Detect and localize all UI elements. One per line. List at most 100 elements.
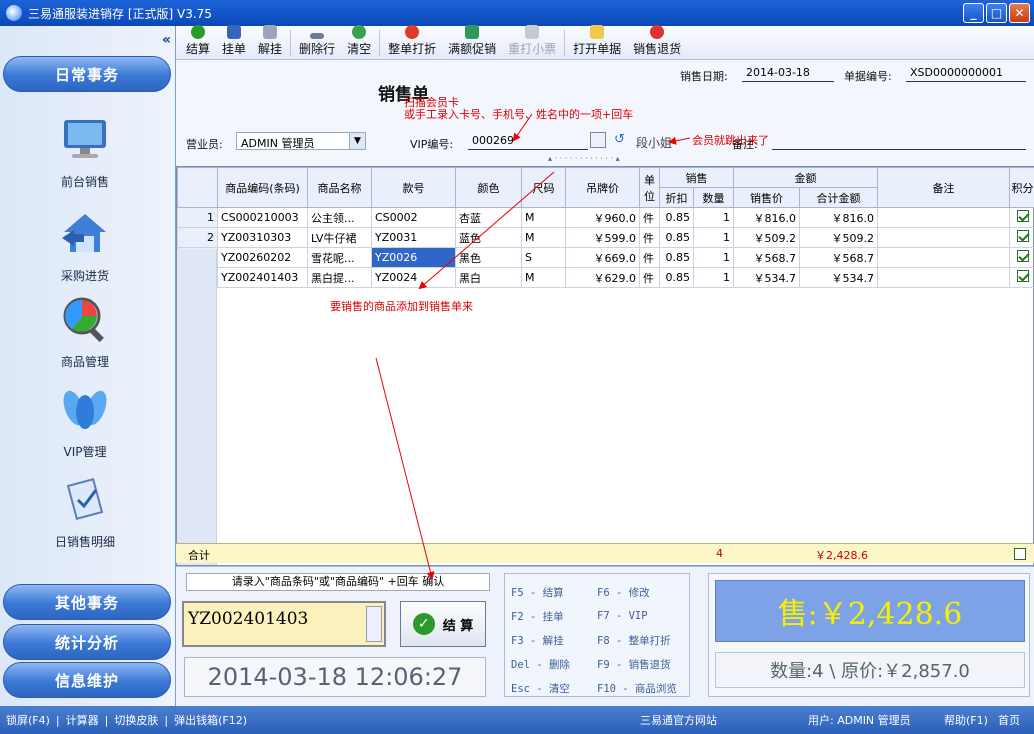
cell-color[interactable]: 蓝色	[455, 227, 522, 248]
cell-tag-price[interactable]: ￥629.0	[565, 267, 640, 288]
header-remark[interactable]: 备注	[877, 167, 1010, 208]
header-sale-price[interactable]: 销售价	[733, 187, 800, 208]
search-icon[interactable]	[366, 606, 382, 642]
header-discount[interactable]: 折扣	[659, 187, 694, 208]
cell-size[interactable]: S	[521, 247, 566, 268]
hold-button[interactable]: 挂单	[216, 25, 252, 59]
cell-size[interactable]: M	[521, 227, 566, 248]
cell-total[interactable]: ￥509.2	[799, 227, 878, 248]
cell-qty[interactable]: 1	[693, 247, 734, 268]
cell-discount[interactable]: 0.85	[659, 227, 694, 248]
cell-size[interactable]: M	[521, 267, 566, 288]
cell-qty[interactable]: 1	[693, 267, 734, 288]
close-button[interactable]: ✕	[1009, 3, 1030, 23]
cell-discount[interactable]: 0.85	[659, 207, 694, 228]
header-unit[interactable]: 单位	[639, 167, 660, 208]
cell-code[interactable]: YZ00310303	[217, 227, 308, 248]
cell-tag-price[interactable]: ￥599.0	[565, 227, 640, 248]
cell-style[interactable]: CS0002	[371, 207, 456, 228]
cell-total[interactable]: ￥816.0	[799, 207, 878, 228]
cell-remark[interactable]	[877, 247, 1010, 268]
checkout-button[interactable]: 结算	[180, 25, 216, 59]
cell-name[interactable]: 雪花呢...	[307, 247, 372, 268]
cell-size[interactable]: M	[521, 207, 566, 228]
cell-remark[interactable]	[877, 227, 1010, 248]
cell-remark[interactable]	[877, 267, 1010, 288]
cell-sale-price[interactable]: ￥509.2	[733, 227, 800, 248]
cell-style[interactable]: YZ0024	[371, 267, 456, 288]
nav-head-info[interactable]: 信息维护	[3, 662, 171, 698]
header-points[interactable]: 积分	[1009, 167, 1034, 208]
cell-total[interactable]: ￥568.7	[799, 247, 878, 268]
points-checkbox[interactable]	[1016, 230, 1029, 242]
cell-points[interactable]	[1009, 267, 1034, 288]
undo-icon[interactable]: ↺	[614, 132, 625, 147]
nav-head-other[interactable]: 其他事务	[3, 584, 171, 620]
lock-screen-link[interactable]: 锁屏(F4)	[6, 712, 50, 728]
cell-style[interactable]: YZ0026	[371, 247, 456, 268]
header-size[interactable]: 尺码	[521, 167, 566, 208]
table-row[interactable]: 3YZ00260202雪花呢...YZ0026黑色S￥669.0件0.851￥5…	[177, 247, 1034, 268]
cell-color[interactable]: 黑白	[455, 267, 522, 288]
cell-points[interactable]	[1009, 227, 1034, 248]
clear-button[interactable]: 清空	[341, 25, 377, 59]
return-button[interactable]: 销售退货	[627, 25, 687, 59]
cell-tag-price[interactable]: ￥669.0	[565, 247, 640, 268]
cell-discount[interactable]: 0.85	[659, 247, 694, 268]
points-checkbox[interactable]	[1016, 250, 1029, 262]
help-link[interactable]: 帮助(F1)	[944, 712, 988, 728]
collapse-icon[interactable]: «	[162, 32, 171, 48]
table-row[interactable]: 1 CS000210003 公主领... CS0002 杏蓝 M ￥960.0 件 0.85 1 ￥…	[177, 207, 1034, 228]
reprint-button[interactable]: 重打小票	[502, 25, 562, 59]
table-row[interactable]: 4YZ002401403黑白提...YZ0024黑白M￥629.0件0.851￥…	[177, 267, 1034, 288]
header-code[interactable]: 商品编码(条码)	[217, 167, 308, 208]
cell-points[interactable]	[1009, 207, 1034, 228]
cell-points[interactable]	[1009, 247, 1034, 268]
cell-unit[interactable]: 件	[639, 227, 660, 248]
cell-tag-price[interactable]: ￥960.0	[565, 207, 640, 228]
cell-unit[interactable]: 件	[639, 207, 660, 228]
barcode-input[interactable]: YZ002401403	[182, 601, 386, 647]
unhold-button[interactable]: 解挂	[252, 25, 288, 59]
header-tag-price[interactable]: 吊牌价	[565, 167, 640, 208]
cell-color[interactable]: 黑色	[455, 247, 522, 268]
promotion-button[interactable]: 满额促销	[442, 25, 502, 59]
cash-drawer-link[interactable]: 弹出钱箱(F12)	[174, 712, 247, 728]
cell-discount[interactable]: 0.85	[659, 267, 694, 288]
sale-date-field[interactable]: 2014-03-18	[742, 66, 834, 82]
maximize-button[interactable]: □	[986, 3, 1007, 23]
calculator-link[interactable]: 计算器	[66, 712, 99, 728]
delete-row-button[interactable]: 删除行	[293, 27, 341, 59]
cell-name[interactable]: 公主领...	[307, 207, 372, 228]
cell-color[interactable]: 杏蓝	[455, 207, 522, 228]
header-qty[interactable]: 数量	[693, 187, 734, 208]
chevron-down-icon[interactable]: ▼	[349, 133, 365, 149]
sum-points-checkbox[interactable]	[1014, 548, 1026, 560]
cell-remark[interactable]	[877, 207, 1010, 228]
minimize-button[interactable]: _	[963, 3, 984, 23]
sidebar-item-purchase[interactable]: 采购进货	[20, 208, 150, 284]
cell-name[interactable]: LV牛仔裙	[307, 227, 372, 248]
nav-head-stats[interactable]: 统计分析	[3, 624, 171, 660]
header-name[interactable]: 商品名称	[307, 167, 372, 208]
open-doc-button[interactable]: 打开单据	[567, 25, 627, 59]
vip-lookup-button[interactable]	[590, 132, 606, 148]
sidebar-item-products[interactable]: 商品管理	[20, 294, 150, 370]
header-color[interactable]: 颜色	[455, 167, 522, 208]
nav-head-daily[interactable]: 日常事务	[3, 56, 171, 92]
row-number[interactable]: 1	[177, 207, 218, 228]
points-checkbox[interactable]	[1016, 210, 1029, 222]
cell-code[interactable]: YZ002401403	[217, 267, 308, 288]
cell-unit[interactable]: 件	[639, 267, 660, 288]
cell-qty[interactable]: 1	[693, 207, 734, 228]
pay-button[interactable]: ✓ 结 算	[400, 601, 486, 647]
sidebar-item-vip[interactable]: VIP管理	[20, 384, 150, 460]
cell-unit[interactable]: 件	[639, 247, 660, 268]
header-total[interactable]: 合计金额	[799, 187, 878, 208]
table-row[interactable]: 2 YZ00310303 LV牛仔裙 YZ0031 蓝色 M ￥599.0 件 0.85 1 ￥50…	[177, 227, 1034, 248]
official-site-link[interactable]: 三易通官方网站	[640, 712, 717, 728]
cell-code[interactable]: CS000210003	[217, 207, 308, 228]
cell-style[interactable]: YZ0031	[371, 227, 456, 248]
remark-field[interactable]	[772, 134, 1026, 150]
home-link[interactable]: 首页	[998, 712, 1020, 728]
